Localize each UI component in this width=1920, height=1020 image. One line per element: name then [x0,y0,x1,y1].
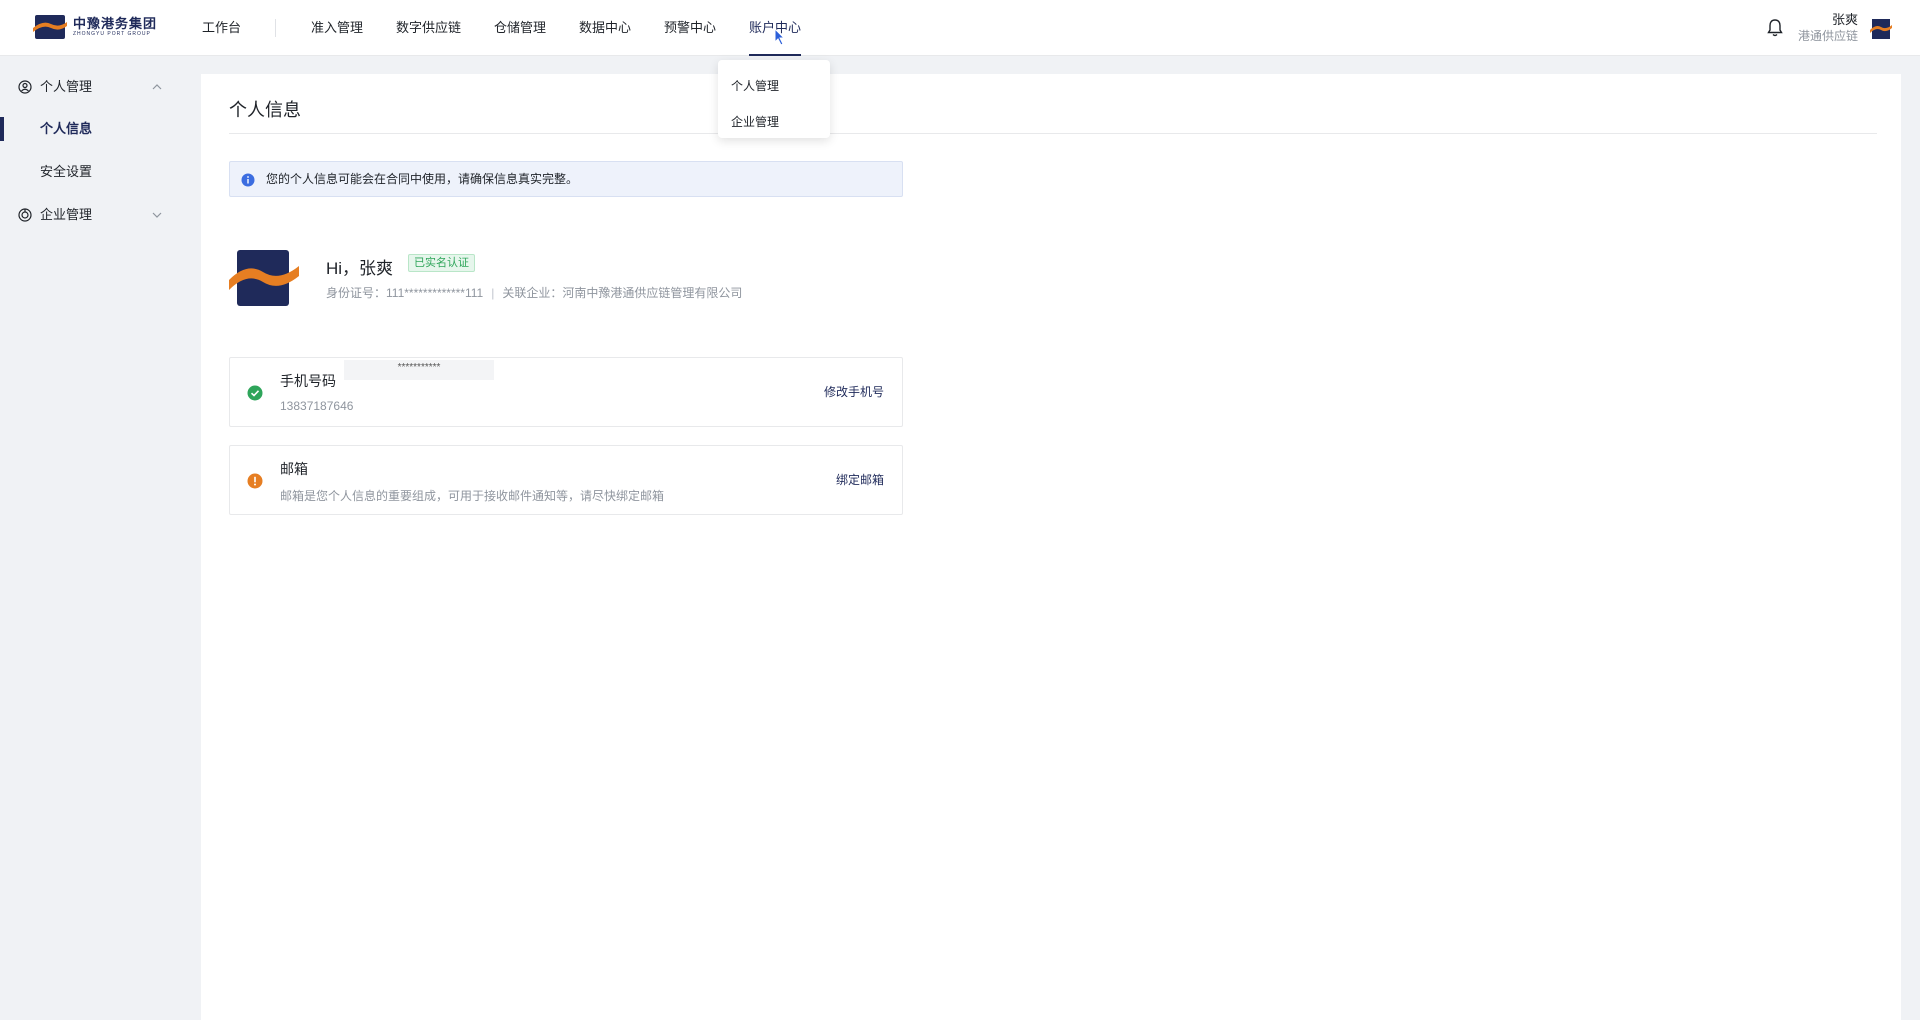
check-circle-icon [247,385,263,401]
email-title: 邮箱 [280,461,308,477]
bind-email-button[interactable]: 绑定邮箱 [836,446,884,514]
email-card: 邮箱 邮箱是您个人信息的重要组成，可用于接收邮件通知等，请尽快绑定邮箱 绑定邮箱 [229,445,903,515]
profile-avatar [229,250,299,306]
notice-banner: 您的个人信息可能会在合同中使用，请确保信息真实完整。 [229,161,903,197]
greeting: Hi，张爽 [326,259,394,278]
page-title: 个人信息 [229,100,301,120]
logo-name-cn: 中豫港务集团 [73,16,158,31]
user-name: 张爽 [1831,12,1858,27]
chevron-up-icon [152,84,162,90]
company-value: 河南中豫港通供应链管理有限公司 [562,286,743,300]
user-info[interactable]: 张爽 港通供应链 [1798,12,1858,44]
email-desc: 邮箱是您个人信息的重要组成，可用于接收邮件通知等，请尽快绑定邮箱 [280,489,665,503]
nav-item-alert-center[interactable]: 预警中心 [664,0,716,56]
main-content: 个人信息 您的个人信息可能会在合同中使用，请确保信息真实完整。 Hi，张爽 已实… [201,74,1901,1020]
id-label: 身份证号： [326,286,387,300]
chevron-down-icon [152,212,162,218]
user-circle-icon [18,80,32,94]
sidebar-item-security[interactable]: 安全设置 [0,152,180,192]
sidebar-group-enterprise[interactable]: 企业管理 [0,195,180,235]
change-phone-button[interactable]: 修改手机号 [824,358,884,426]
warning-circle-icon [247,473,263,489]
nav-divider [275,19,276,37]
nav-item-workbench[interactable]: 工作台 [202,0,241,56]
sidebar-group-label: 企业管理 [40,207,93,222]
avatar[interactable] [1870,18,1892,40]
verified-badge: 已实名认证 [408,254,475,272]
mouse-cursor-icon [774,28,786,46]
title-divider [229,133,1877,134]
phone-card: 手机号码 *********** 13837187646 修改手机号 [229,357,903,427]
company-label: 关联企业： [502,286,563,300]
notification-bell-icon[interactable] [1766,18,1784,38]
logo-name-en: ZHONGYU PORT GROUP [73,31,151,37]
dropdown-item-personal[interactable]: 个人管理 [718,68,830,104]
phone-value: 13837187646 [280,399,354,413]
dropdown-item-enterprise[interactable]: 企业管理 [718,104,830,140]
nav-item-supply-chain[interactable]: 数字供应链 [396,0,461,56]
enterprise-icon [18,208,32,222]
info-icon [241,173,255,187]
nav-item-data-center[interactable]: 数据中心 [579,0,631,56]
logo-icon [33,15,67,39]
user-company: 港通供应链 [1797,29,1858,43]
id-value: 111*************111 [386,286,484,300]
brand-logo[interactable]: 中豫港务集团 ZHONGYU PORT GROUP [33,14,157,40]
notice-text: 您的个人信息可能会在合同中使用，请确保信息真实完整。 [266,172,579,186]
masked-phone-tooltip: *********** [344,360,494,380]
account-center-dropdown: 个人管理 企业管理 [718,60,830,138]
nav-item-access[interactable]: 准入管理 [311,0,363,56]
phone-title: 手机号码 [280,373,336,389]
sidebar-group-label: 个人管理 [40,79,93,94]
sidebar-group-personal[interactable]: 个人管理 [0,67,180,107]
nav-item-warehouse[interactable]: 仓储管理 [494,0,546,56]
sidebar-item-personal-info[interactable]: 个人信息 [0,109,180,149]
top-bar: 中豫港务集团 ZHONGYU PORT GROUP 工作台 准入管理 数字供应链… [0,0,1920,56]
identity-line: 身份证号：111*************111 | 关联企业：河南中豫港通供应链管… [326,284,742,301]
separator: | [491,286,495,300]
sidebar: 个人管理 个人信息 安全设置 企业管理 [0,56,180,1020]
